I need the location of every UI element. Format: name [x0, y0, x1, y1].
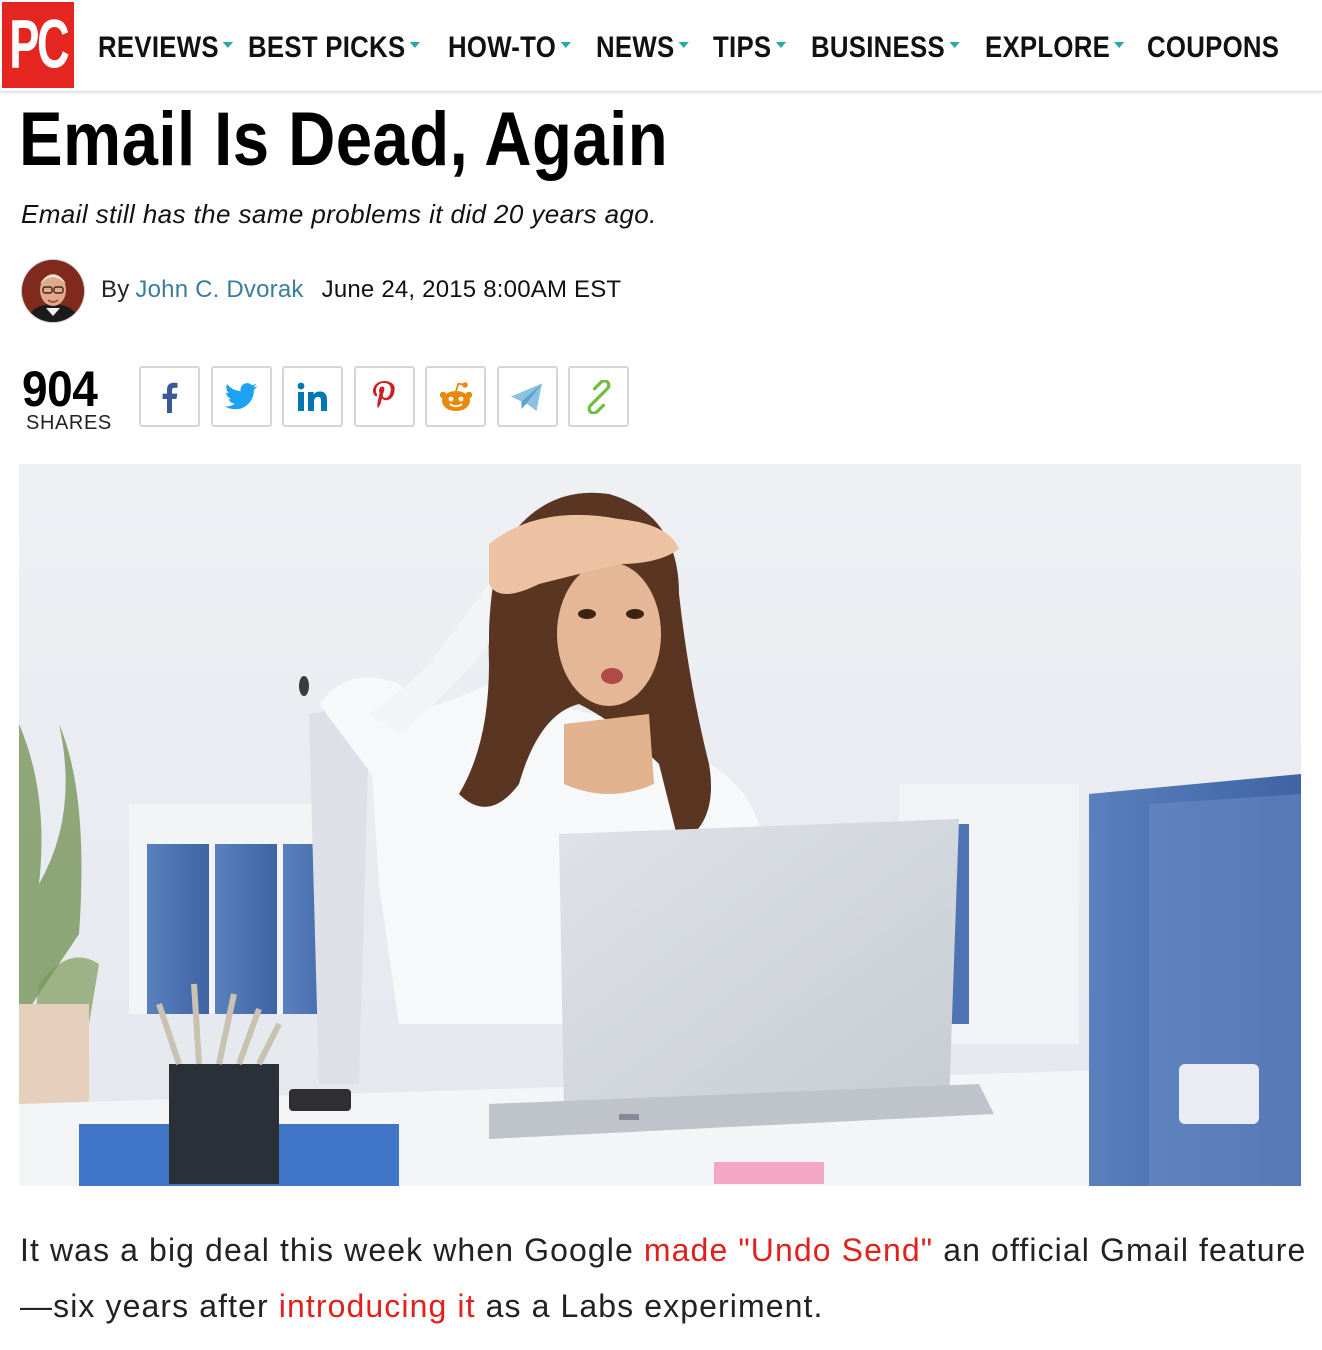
share-telegram-button[interactable] [496, 366, 558, 427]
link-icon [587, 379, 610, 414]
logo-text: PC [8, 6, 69, 83]
publish-date: June 24, 2015 8:00AM EST [321, 276, 622, 303]
nav-item-reviews[interactable]: REVIEWS [98, 31, 234, 65]
author-photo [22, 260, 84, 322]
chevron-down-icon [678, 42, 690, 48]
nav-item-how-to[interactable]: HOW-TO [448, 31, 575, 65]
author-link[interactable]: John C. Dvorak [135, 276, 303, 303]
author-avatar[interactable] [22, 260, 84, 322]
article-title: Email Is Dead, Again [19, 97, 669, 182]
article-first-paragraph: It was a big deal this week when Google … [20, 1222, 1310, 1334]
telegram-icon [511, 383, 542, 411]
nav-item-label: TIPS [713, 31, 772, 64]
share-reddit-button[interactable] [425, 366, 486, 427]
chevron-down-icon [223, 42, 234, 48]
nav-item-explore[interactable]: EXPLORE [985, 31, 1125, 65]
top-nav: PC REVIEWS BEST PICKS HOW-TO NEWS TIPS B… [0, 0, 1322, 92]
chevron-down-icon [775, 42, 787, 48]
paragraph-text: It was a big deal this week when Google [20, 1232, 644, 1268]
share-pinterest-button[interactable] [353, 366, 415, 427]
twitter-icon [225, 382, 258, 409]
share-facebook-button[interactable] [139, 366, 200, 427]
pcmag-logo[interactable]: PC [2, 2, 74, 88]
reddit-icon [439, 381, 472, 411]
byline: By John C. Dvorak June 24, 2015 8:00AM EST [101, 276, 621, 304]
nav-menu: REVIEWS BEST PICKS HOW-TO NEWS TIPS BUSI… [98, 30, 1301, 66]
nav-item-label: EXPLORE [985, 31, 1111, 64]
share-buttons [139, 366, 640, 427]
nav-item-business[interactable]: BUSINESS [811, 31, 961, 65]
nav-item-label: HOW-TO [448, 31, 557, 64]
chevron-down-icon [1114, 42, 1125, 48]
pinterest-icon [373, 380, 395, 408]
nav-item-best-picks[interactable]: BEST PICKS [248, 31, 421, 65]
chevron-down-icon [949, 42, 960, 48]
nav-item-label: NEWS [596, 31, 675, 64]
nav-item-label: BEST PICKS [248, 31, 406, 64]
nav-item-label: REVIEWS [98, 31, 219, 64]
chevron-down-icon [409, 42, 421, 48]
byline-prefix: By [101, 276, 130, 303]
copy-link-button[interactable] [568, 366, 629, 427]
share-count: 904 [22, 361, 98, 417]
introducing-it-link[interactable]: introducing it [279, 1288, 476, 1324]
chevron-down-icon [560, 42, 571, 48]
hero-image [19, 464, 1301, 1186]
nav-item-coupons[interactable]: COUPONS [1147, 31, 1279, 65]
share-twitter-button[interactable] [210, 366, 272, 427]
nav-item-label: BUSINESS [811, 31, 945, 64]
facebook-icon [162, 382, 177, 413]
share-count-label: SHARES [26, 412, 112, 434]
nav-item-tips[interactable]: TIPS [713, 31, 797, 65]
nav-item-news[interactable]: NEWS [596, 31, 697, 65]
undo-send-link[interactable]: made "Undo Send" [644, 1232, 933, 1268]
paragraph-text: as a Labs experiment. [475, 1288, 824, 1324]
linkedin-icon [297, 382, 327, 411]
nav-item-label: COUPONS [1147, 31, 1280, 64]
article-subtitle: Email still has the same problems it did… [21, 199, 657, 229]
hero-photo [19, 464, 1301, 1186]
share-linkedin-button[interactable] [282, 366, 343, 427]
